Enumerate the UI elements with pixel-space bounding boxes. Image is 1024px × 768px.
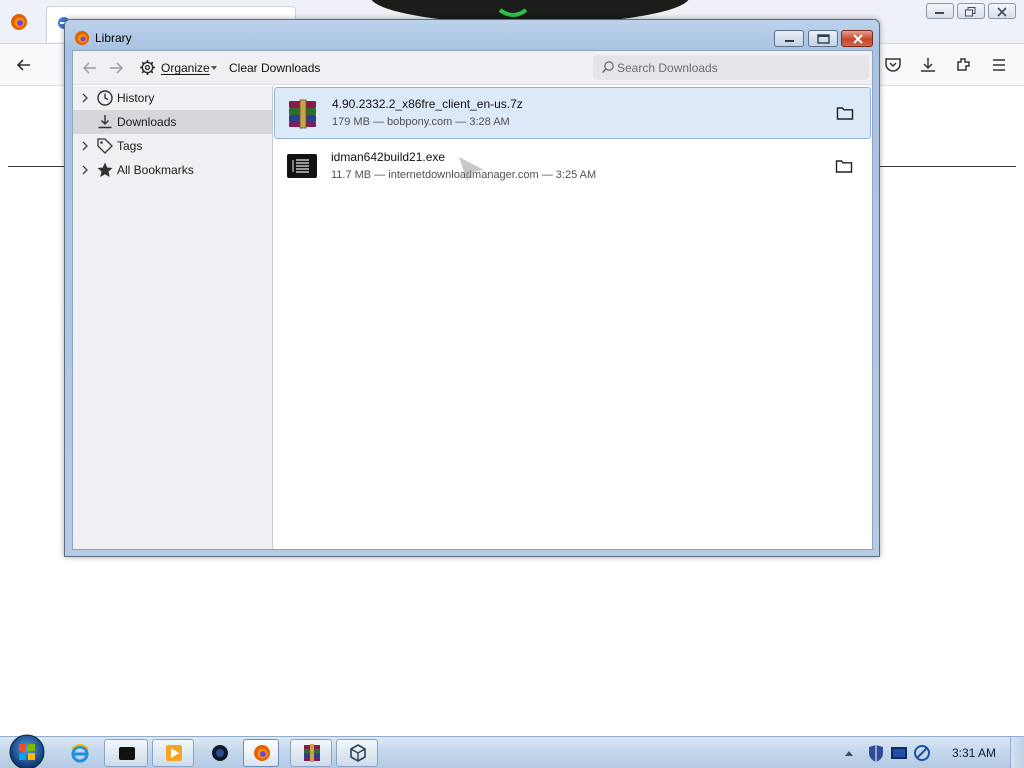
pocket-icon[interactable]	[882, 54, 904, 76]
download-filename: 4.90.2332.2_x86fre_client_en-us.7z	[332, 97, 523, 111]
browser-minimize-button[interactable]	[926, 3, 954, 19]
virtualbox-icon	[350, 744, 366, 762]
taskbar-firefox-button[interactable]	[243, 739, 279, 767]
taskbar-winrar-button[interactable]	[290, 739, 332, 767]
internet-explorer-icon	[71, 744, 89, 763]
folder-icon[interactable]	[836, 105, 854, 121]
gear-icon[interactable]	[139, 59, 156, 76]
download-item[interactable]: 4.90.2332.2_x86fre_client_en-us.7z 179 M…	[274, 87, 871, 139]
taskbar-app-button[interactable]	[200, 739, 240, 767]
network-icon[interactable]	[912, 737, 932, 768]
clock-icon	[97, 90, 113, 106]
sidebar-item-downloads[interactable]: Downloads	[73, 110, 272, 134]
media-player-icon	[166, 745, 182, 761]
firefox-logo-icon[interactable]	[10, 13, 28, 31]
chevron-down-icon	[211, 66, 217, 70]
download-details: 179 MB — bobpony.com — 3:28 AM	[332, 116, 510, 128]
firefox-icon	[254, 745, 270, 761]
sidebar-item-tags[interactable]: Tags	[73, 134, 272, 158]
sidebar-item-label: Tags	[117, 139, 143, 153]
chevron-right-icon[interactable]	[81, 165, 89, 175]
library-minimize-button[interactable]	[774, 30, 804, 47]
sidebar-item-label: All Bookmarks	[117, 163, 194, 177]
system-clock[interactable]: 3:31 AM	[952, 746, 996, 760]
back-arrow-icon[interactable]	[13, 54, 35, 76]
library-window-title: Library	[95, 31, 132, 45]
organize-menu-button[interactable]: Organize	[161, 61, 210, 75]
show-desktop-button[interactable]	[1010, 737, 1024, 768]
library-toolbar: Organize Clear Downloads	[73, 51, 872, 85]
forward-arrow-icon[interactable]	[107, 59, 125, 77]
downloads-list: 4.90.2332.2_x86fre_client_en-us.7z 179 M…	[274, 86, 872, 549]
app-icon	[212, 745, 228, 761]
sidebar-item-history[interactable]: History	[73, 86, 272, 110]
downloads-icon[interactable]	[917, 54, 939, 76]
sidebar-item-label: History	[117, 91, 155, 105]
library-maximize-button[interactable]	[808, 30, 838, 47]
security-shield-icon[interactable]	[866, 737, 886, 768]
start-button-icon[interactable]	[7, 732, 47, 768]
taskbar-ie-button[interactable]	[62, 739, 98, 767]
chevron-right-icon[interactable]	[81, 141, 89, 151]
winrar-icon	[304, 744, 320, 762]
browser-restore-button[interactable]	[957, 3, 985, 19]
library-close-button[interactable]	[841, 30, 873, 47]
page-divider-line	[879, 166, 1016, 167]
star-icon	[97, 162, 113, 177]
sidebar-item-all-bookmarks[interactable]: All Bookmarks	[73, 158, 272, 182]
taskbar-media-player-button[interactable]	[152, 739, 194, 767]
windows-taskbar: 3:31 AM	[0, 736, 1024, 768]
page-divider-line	[8, 166, 66, 167]
extensions-icon[interactable]	[953, 54, 975, 76]
mouse-cursor-icon	[459, 157, 484, 181]
back-arrow-icon[interactable]	[81, 59, 99, 77]
library-client-area: Organize Clear Downloads His	[72, 50, 873, 550]
executable-icon	[287, 154, 317, 178]
search-icon	[601, 61, 614, 74]
clear-downloads-button[interactable]: Clear Downloads	[229, 61, 320, 75]
sidebar-item-label: Downloads	[117, 115, 177, 129]
folder-icon[interactable]	[835, 158, 853, 174]
show-hidden-icons-icon[interactable]	[842, 737, 856, 768]
download-filename: idman642build21.exe	[331, 150, 446, 164]
terminal-icon	[119, 747, 135, 760]
monitor-icon[interactable]	[889, 737, 909, 768]
search-box[interactable]	[593, 55, 869, 80]
webcam-indicator-icon	[498, 8, 528, 17]
download-icon	[98, 115, 112, 129]
tag-icon	[97, 138, 113, 154]
download-item[interactable]: idman642build21.exe 11.7 MB — internetdo…	[274, 141, 871, 193]
library-sidebar: History Downloads Tags All Bookmarks	[73, 86, 273, 549]
library-window: Library Organize Clear Downloads Search …	[64, 19, 880, 557]
chevron-right-icon[interactable]	[81, 93, 89, 103]
browser-close-button[interactable]	[988, 3, 1016, 19]
taskbar-virtualbox-button[interactable]	[336, 739, 378, 767]
search-downloads-input[interactable]	[617, 57, 862, 78]
taskbar-terminal-button[interactable]	[104, 739, 148, 767]
winrar-archive-icon	[289, 99, 316, 129]
firefox-window-icon	[75, 31, 89, 45]
menu-icon[interactable]	[988, 54, 1010, 76]
